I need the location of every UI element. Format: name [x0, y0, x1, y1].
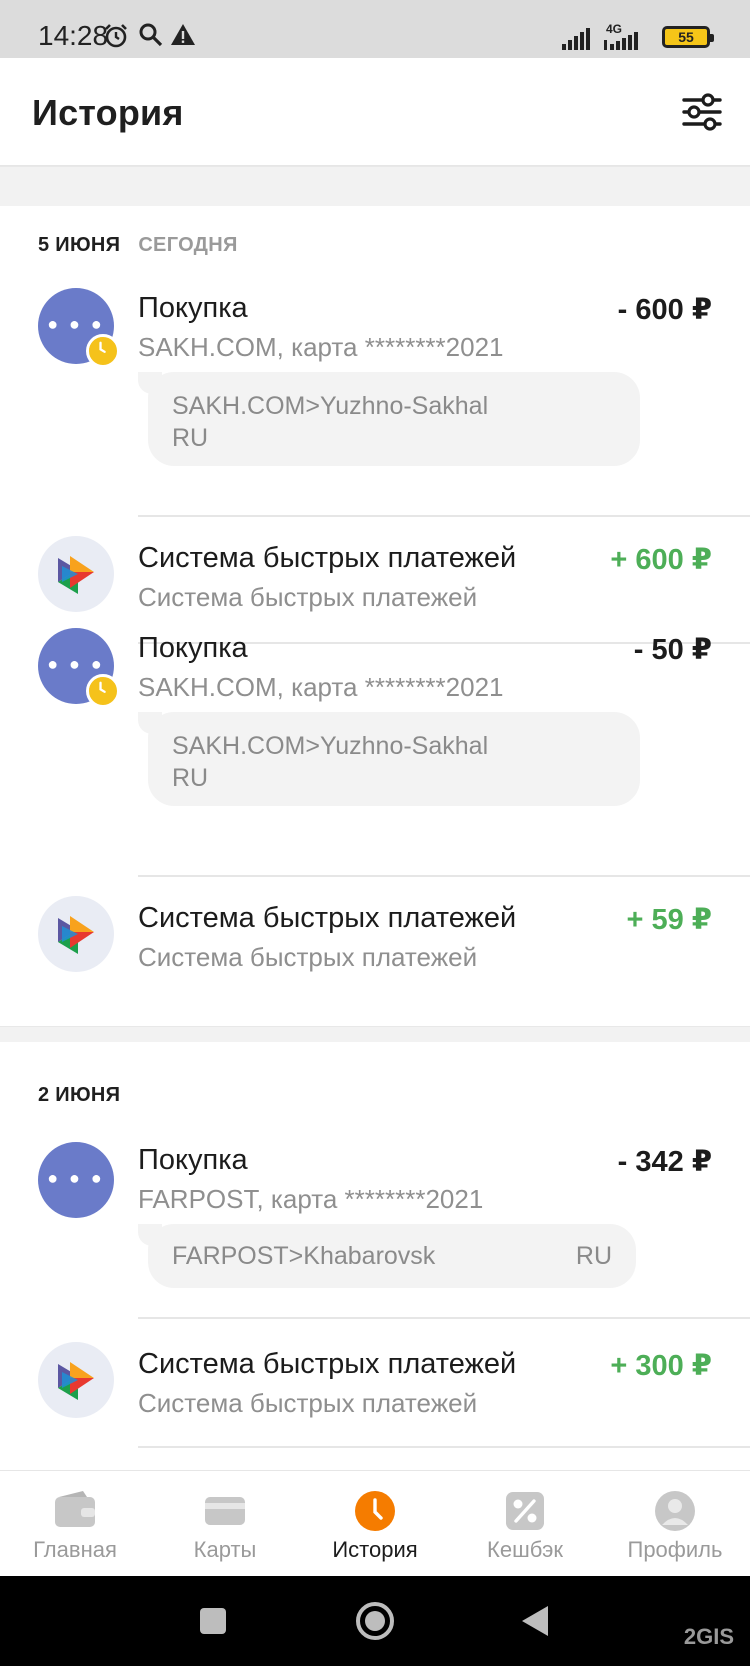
nav-profile[interactable]: Профиль	[600, 1471, 750, 1576]
transaction-title: Покупка	[138, 1144, 248, 1176]
date-header: 2 ИЮНЯ	[38, 1084, 120, 1107]
transaction-subtitle: SAKH.COM, карта ********2021	[138, 332, 504, 362]
transaction-row[interactable]: Система быстрых платежей Система быстрых…	[0, 896, 750, 986]
transaction-amount: - 600 ₽	[617, 294, 712, 326]
transaction-details: FARPOST>Khabarovsk RU	[138, 1224, 636, 1288]
details-line: SAKH.COM>Yuzhno-Sakhal	[172, 732, 489, 760]
page-title: История	[32, 92, 184, 133]
clock-icon	[355, 1491, 395, 1531]
user-icon	[655, 1491, 695, 1531]
transaction-amount: + 600 ₽	[610, 544, 712, 576]
sbp-avatar	[38, 1342, 114, 1418]
transaction-details: SAKH.COM>Yuzhno-Sakhal RU	[138, 712, 640, 806]
filter-icon[interactable]	[680, 90, 724, 134]
more-dots-icon: ● ● ●	[47, 654, 105, 674]
home-icon[interactable]	[354, 1600, 396, 1642]
section-spacer	[0, 166, 750, 206]
divider	[138, 875, 750, 877]
transaction-subtitle: FARPOST, карта ********2021	[138, 1184, 484, 1214]
history-group-june-2: 2 ИЮНЯ ● ● ● Покупка FARPOST, карта ****…	[0, 1042, 750, 1470]
transaction-amount: + 59 ₽	[626, 904, 713, 936]
nav-label: История	[332, 1537, 418, 1562]
details-country: RU	[575, 1242, 612, 1270]
card-icon	[205, 1497, 245, 1525]
battery-indicator: 55	[662, 26, 714, 48]
purchase-avatar: ● ● ●	[38, 288, 120, 368]
details-line: RU	[172, 424, 209, 452]
nav-home[interactable]: Главная	[0, 1471, 150, 1576]
transaction-title: Система быстрых платежей	[138, 1348, 517, 1380]
history-group-june-5: 5 ИЮНЯ СЕГОДНЯ ● ● ● Покупка SAKH.COM, ка…	[0, 206, 750, 1026]
transaction-subtitle: Система быстрых платежей	[138, 1388, 478, 1418]
purchase-avatar: ● ● ●	[38, 628, 120, 708]
recent-apps-icon[interactable]	[198, 1606, 228, 1636]
transaction-row[interactable]: ● ● ● Покупка SAKH.COM, карта ********20…	[0, 624, 750, 834]
system-navigation: 2GIS	[0, 1576, 750, 1666]
nav-cashback[interactable]: Кешбэк	[450, 1471, 600, 1576]
more-dots-icon: ● ● ●	[47, 314, 105, 334]
date-label: 2 ИЮНЯ	[38, 1084, 121, 1106]
warning-icon	[171, 24, 195, 45]
search-icon	[139, 23, 163, 47]
nav-cards[interactable]: Карты	[150, 1471, 300, 1576]
pending-clock-icon	[86, 334, 120, 368]
date-note: СЕГОДНЯ	[138, 234, 238, 256]
nav-label: Карты	[193, 1537, 257, 1562]
more-dots-icon: ● ● ●	[47, 1168, 105, 1188]
sbp-logo-icon	[58, 556, 94, 594]
nav-history[interactable]: История	[300, 1471, 450, 1576]
nav-label: Главная	[33, 1537, 117, 1562]
signal-icon	[562, 28, 590, 50]
transaction-subtitle: SAKH.COM, карта ********2021	[138, 672, 504, 702]
date-label: 5 ИЮНЯ	[38, 234, 121, 256]
divider	[138, 515, 750, 517]
alarm-icon	[105, 24, 127, 48]
sbp-avatar	[38, 536, 114, 612]
divider	[138, 1317, 750, 1319]
nav-label: Профиль	[627, 1537, 723, 1562]
percent-icon	[506, 1492, 544, 1530]
sbp-logo-icon	[58, 916, 94, 954]
sbp-avatar	[38, 896, 114, 972]
transaction-amount: - 50 ₽	[633, 634, 712, 666]
transaction-row[interactable]: Система быстрых платежей Система быстрых…	[0, 536, 750, 626]
section-spacer	[0, 1026, 750, 1042]
transaction-title: Система быстрых платежей	[138, 902, 517, 934]
purchase-avatar: ● ● ●	[38, 1142, 114, 1218]
bottom-navigation: Главная Карты История Кешбэк Профиль	[0, 1470, 750, 1576]
transaction-subtitle: Система быстрых платежей	[138, 942, 478, 972]
transaction-row[interactable]: ● ● ● Покупка SAKH.COM, карта ********20…	[0, 284, 750, 494]
transaction-title: Система быстрых платежей	[138, 542, 517, 574]
details-merchant: FARPOST>Khabarovsk	[172, 1242, 436, 1270]
transaction-amount: + 300 ₽	[610, 1350, 712, 1382]
details-line: SAKH.COM>Yuzhno-Sakhal	[172, 392, 489, 420]
transaction-details: SAKH.COM>Yuzhno-Sakhal RU	[138, 372, 640, 466]
details-line: RU	[172, 764, 209, 792]
transaction-subtitle: Система быстрых платежей	[138, 582, 478, 612]
transaction-title: Покупка	[138, 632, 248, 664]
status-time: 14:28	[38, 20, 109, 51]
divider	[138, 1446, 750, 1448]
nav-label: Кешбэк	[487, 1537, 563, 1562]
date-header: 5 ИЮНЯ СЕГОДНЯ	[38, 234, 238, 257]
sbp-logo-icon	[58, 1362, 94, 1400]
wallet-icon	[55, 1491, 95, 1527]
app-header: История	[0, 58, 750, 166]
transaction-row[interactable]: ● ● ● Покупка FARPOST, карта ********202…	[0, 1140, 750, 1290]
status-bar: 14:28 4G 55	[0, 0, 750, 58]
signal-icon-2	[604, 32, 638, 50]
watermark: 2GIS	[683, 1624, 734, 1649]
transaction-amount: - 342 ₽	[617, 1146, 712, 1178]
transaction-row[interactable]: Система быстрых платежей Система быстрых…	[0, 1342, 750, 1432]
back-icon[interactable]	[520, 1604, 550, 1638]
pending-clock-icon	[86, 674, 120, 708]
transaction-title: Покупка	[138, 292, 248, 324]
